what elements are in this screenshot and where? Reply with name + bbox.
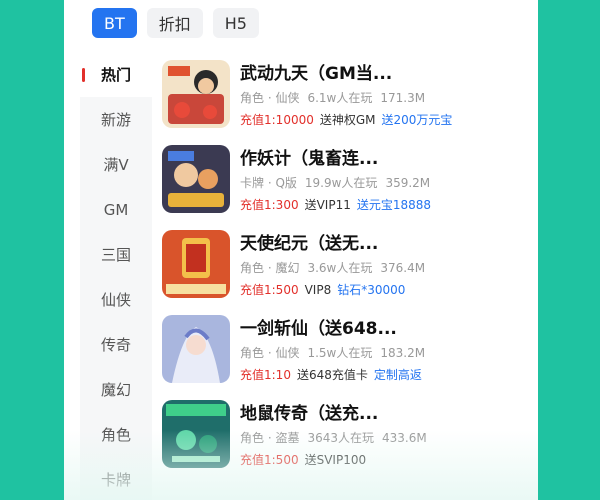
game-item[interactable]: 武动九天（GM当... 角色 · 仙侠 6.1w人在玩 171.3M 充值1:100… <box>162 56 532 141</box>
game-title[interactable]: 天使纪元（送无... <box>240 232 530 256</box>
game-promo: 充值1:500 送SVIP100 <box>240 453 367 467</box>
game-icon[interactable] <box>162 145 230 213</box>
game-title[interactable]: 一剑斩仙（送648... <box>240 317 530 341</box>
game-promo: 充值1:300 送VIP11 送元宝18888 <box>240 198 432 212</box>
game-item[interactable]: 天使纪元（送无... 角色 · 魔幻 3.6w人在玩 376.4M 充值1:500 V… <box>162 226 532 311</box>
category-fantasy[interactable]: 魔幻 <box>80 367 152 412</box>
game-icon[interactable] <box>162 230 230 298</box>
game-item[interactable]: 一剑斩仙（送648... 角色 · 仙侠 1.5w人在玩 183.2M 充值1:10… <box>162 311 532 396</box>
game-title[interactable]: 武动九天（GM当... <box>240 62 530 86</box>
category-rpg[interactable]: 角色 <box>80 412 152 457</box>
app-screen: BT 折扣 H5 热门 新游 满V GM 三国 仙侠 传奇 魔幻 角色 卡牌 武… <box>64 0 538 500</box>
category-card[interactable]: 卡牌 <box>80 457 152 500</box>
game-item[interactable]: 地鼠传奇（送充... 角色 · 盗墓 3643人在玩 433.6M 充值1:500 送… <box>162 396 532 481</box>
category-legend[interactable]: 传奇 <box>80 322 152 367</box>
game-title[interactable]: 作妖计（鬼畜连... <box>240 147 530 171</box>
game-promo: 充值1:10 送648充值卡 定制高返 <box>240 368 422 382</box>
tab-bt[interactable]: BT <box>92 8 137 38</box>
category-new[interactable]: 新游 <box>80 97 152 142</box>
category-gm[interactable]: GM <box>80 187 152 232</box>
category-xianxia[interactable]: 仙侠 <box>80 277 152 322</box>
category-full-vip[interactable]: 满V <box>80 142 152 187</box>
game-meta: 角色 · 仙侠 1.5w人在玩 183.2M <box>240 346 426 360</box>
game-item[interactable]: 作妖计（鬼畜连... 卡牌 · Q版 19.9w人在玩 359.2M 充值1:300… <box>162 141 532 226</box>
game-icon[interactable] <box>162 400 230 468</box>
game-icon[interactable] <box>162 315 230 383</box>
tab-h5[interactable]: H5 <box>212 8 259 38</box>
game-meta: 角色 · 仙侠 6.1w人在玩 171.3M <box>240 91 426 105</box>
category-hot[interactable]: 热门 <box>80 52 152 97</box>
game-list: 武动九天（GM当... 角色 · 仙侠 6.1w人在玩 171.3M 充值1:100… <box>162 56 532 481</box>
game-meta: 卡牌 · Q版 19.9w人在玩 359.2M <box>240 176 431 190</box>
game-icon[interactable] <box>162 60 230 128</box>
game-meta: 角色 · 盗墓 3643人在玩 433.6M <box>240 431 427 445</box>
game-promo: 充值1:10000 送神权GM 送200万元宝 <box>240 113 453 127</box>
tab-discount[interactable]: 折扣 <box>146 8 203 38</box>
category-sidebar: 热门 新游 满V GM 三国 仙侠 传奇 魔幻 角色 卡牌 <box>80 52 152 500</box>
game-promo: 充值1:500 VIP8 钻石*30000 <box>240 283 406 297</box>
game-title[interactable]: 地鼠传奇（送充... <box>240 402 530 426</box>
game-meta: 角色 · 魔幻 3.6w人在玩 376.4M <box>240 261 426 275</box>
category-three-kingdoms[interactable]: 三国 <box>80 232 152 277</box>
type-tabs: BT 折扣 H5 <box>92 8 259 40</box>
